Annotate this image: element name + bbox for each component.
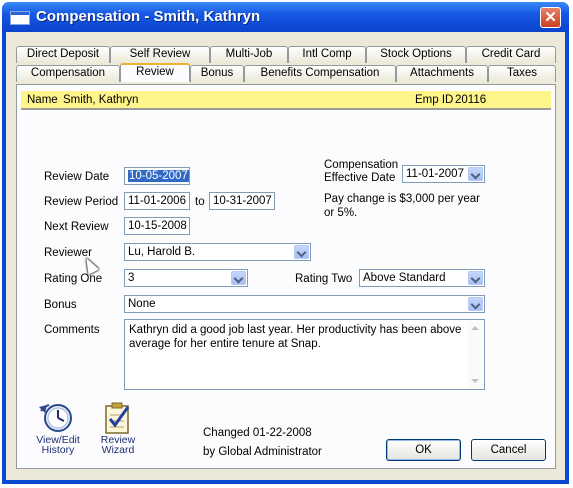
comments-scrollbar[interactable] xyxy=(468,321,483,388)
dropdown-arrow-icon[interactable] xyxy=(294,245,309,259)
comp-effective-date-select[interactable]: 11-01-2007 xyxy=(402,165,485,183)
scroll-up-icon[interactable] xyxy=(471,326,479,330)
tab-compensation[interactable]: Compensation xyxy=(16,65,120,82)
name-label: Name xyxy=(27,94,58,106)
tab-taxes[interactable]: Taxes xyxy=(488,65,556,82)
window-icon xyxy=(10,11,30,25)
rating-one-label: Rating One xyxy=(44,273,103,285)
tab-review[interactable]: Review xyxy=(120,63,190,82)
changed-by-text: by Global Administrator xyxy=(203,446,322,458)
review-date-field[interactable]: 10-05-2007 xyxy=(124,167,190,185)
review-period-label: Review Period xyxy=(44,196,119,208)
wizard-label-line2: Wizard xyxy=(101,444,135,456)
view-edit-history-button[interactable]: View/Edit History xyxy=(33,401,83,457)
next-review-value: 10-15-2008 xyxy=(128,220,187,232)
next-review-field[interactable]: 10-15-2008 xyxy=(124,217,190,235)
history-label-line2: History xyxy=(41,444,75,456)
review-tab-panel: Name Smith, Kathryn Emp ID 20116 Compens… xyxy=(16,84,556,469)
rating-one-select[interactable]: 3 xyxy=(124,269,248,287)
tab-stock-options[interactable]: Stock Options xyxy=(366,46,466,63)
comp-effective-label-line1: Compensation xyxy=(324,159,399,171)
tab-benefits-compensation[interactable]: Benefits Compensation xyxy=(244,65,396,82)
review-period-end-value: 10-31-2007 xyxy=(213,195,272,207)
review-period-start-field[interactable]: 11-01-2006 xyxy=(124,192,190,210)
review-date-label: Review Date xyxy=(44,171,110,183)
comp-effective-label-line2: Effective Date xyxy=(324,172,396,184)
reviewer-select[interactable]: Lu, Harold B. xyxy=(124,243,311,261)
title-bar[interactable]: Compensation - Smith, Kathryn ✕ xyxy=(2,2,569,32)
dropdown-arrow-icon[interactable] xyxy=(468,167,483,181)
rating-two-select[interactable]: Above Standard xyxy=(359,269,485,287)
changed-date-text: Changed 01-22-2008 xyxy=(203,427,312,439)
dropdown-arrow-icon[interactable] xyxy=(468,297,483,311)
compensation-window: Compensation - Smith, Kathryn ✕ Direct D… xyxy=(2,2,569,484)
dropdown-arrow-icon[interactable] xyxy=(231,271,246,285)
emp-id-value: 20116 xyxy=(455,94,487,106)
close-icon[interactable]: ✕ xyxy=(540,7,561,28)
review-date-value: 10-05-2007 xyxy=(128,170,189,182)
tab-direct-deposit[interactable]: Direct Deposit xyxy=(16,46,110,63)
scroll-down-icon[interactable] xyxy=(471,379,479,383)
next-review-label: Next Review xyxy=(44,221,109,233)
comp-effective-date-value: 11-01-2007 xyxy=(406,168,464,180)
rating-one-value: 3 xyxy=(128,272,135,284)
to-label: to xyxy=(195,196,205,208)
employee-name: Smith, Kathryn xyxy=(63,94,139,106)
clock-history-icon xyxy=(39,404,72,432)
tab-intl-comp[interactable]: Intl Comp xyxy=(288,46,366,63)
review-period-end-field[interactable]: 10-31-2007 xyxy=(209,192,275,210)
employee-header: Name Smith, Kathryn Emp ID 20116 xyxy=(21,91,551,110)
bonus-label: Bonus xyxy=(44,299,77,311)
tab-attachments[interactable]: Attachments xyxy=(396,65,488,82)
bonus-select[interactable]: None xyxy=(124,295,485,313)
window-title: Compensation - Smith, Kathryn xyxy=(36,8,261,25)
bonus-value: None xyxy=(128,298,156,310)
comments-label: Comments xyxy=(44,324,100,336)
tab-self-review[interactable]: Self Review xyxy=(110,46,210,63)
ok-button[interactable]: OK xyxy=(386,439,461,461)
pay-change-line2: or 5%. xyxy=(324,207,358,219)
rating-two-label: Rating Two xyxy=(295,273,353,285)
rating-two-value: Above Standard xyxy=(363,272,446,284)
comments-textarea[interactable]: Kathryn did a good job last year. Her pr… xyxy=(124,319,485,390)
pay-change-line1: Pay change is $3,000 per year xyxy=(324,193,480,205)
checklist-wizard-icon xyxy=(105,402,130,434)
emp-id-label: Emp ID xyxy=(415,94,454,106)
reviewer-value: Lu, Harold B. xyxy=(128,246,196,258)
cancel-button[interactable]: Cancel xyxy=(471,439,546,461)
comments-text: Kathryn did a good job last year. Her pr… xyxy=(129,324,462,350)
tab-credit-card[interactable]: Credit Card xyxy=(466,46,556,63)
review-period-start-value: 11-01-2006 xyxy=(128,195,186,207)
tab-bonus[interactable]: Bonus xyxy=(190,65,244,82)
tab-multi-job[interactable]: Multi-Job xyxy=(210,46,288,63)
review-wizard-button[interactable]: Review Wizard xyxy=(93,401,143,457)
dropdown-arrow-icon[interactable] xyxy=(468,271,483,285)
